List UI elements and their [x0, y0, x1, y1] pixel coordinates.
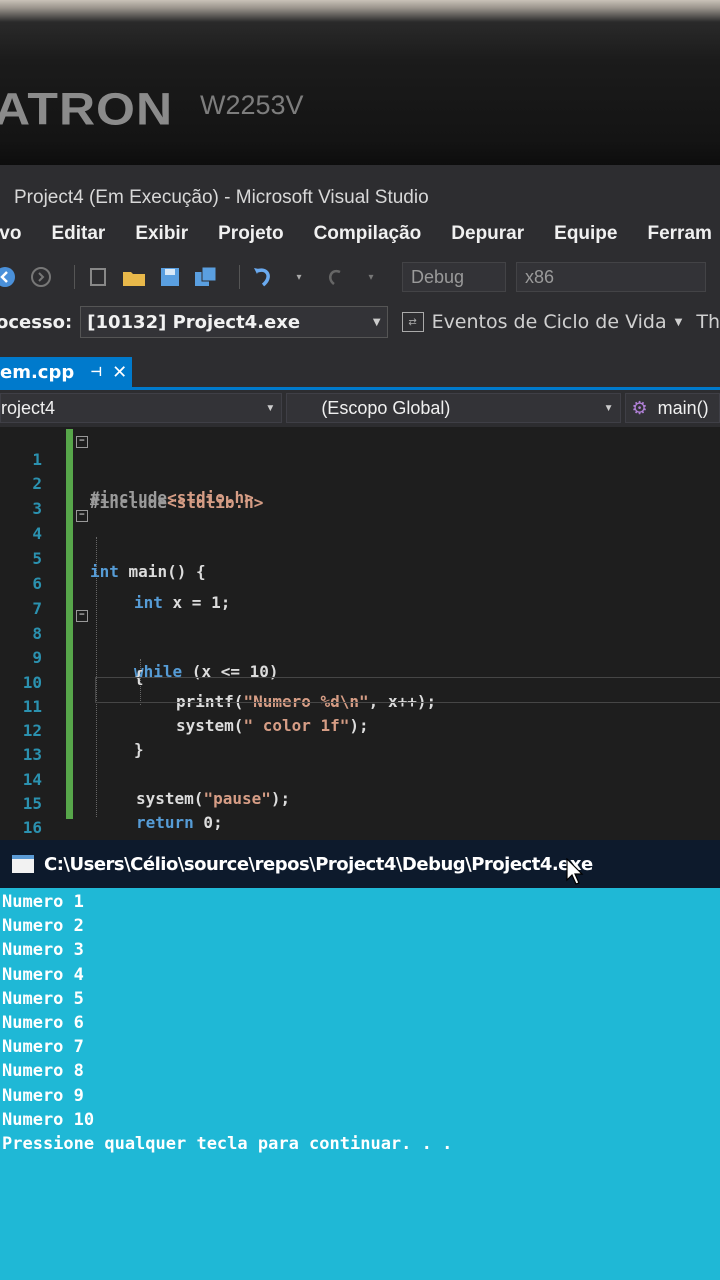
- lifecycle-events-icon: ⇄: [401, 312, 424, 332]
- process-bar: ocesso: [10132] Project4.exe ▼ ⇄ Eventos…: [0, 303, 720, 341]
- tab-label: em.cpp: [0, 361, 75, 383]
- console-line: Numero 2: [2, 916, 84, 937]
- function-icon: ⚙: [631, 397, 648, 418]
- save-all-icon[interactable]: [193, 264, 219, 290]
- navigation-bar: roject4 ▼ (Escopo Global) ▼ ⚙ main(): [0, 391, 720, 425]
- console-line: Numero 5: [2, 988, 84, 1009]
- code-line: 15 return 0;: [22, 794, 223, 832]
- console-line: Numero 3: [2, 940, 84, 961]
- platform-select[interactable]: x86: [516, 262, 706, 292]
- console-title: C:\Users\Célio\source\repos\Project4\Deb…: [44, 853, 593, 875]
- process-value: [10132] Project4.exe: [87, 311, 301, 333]
- console-title-bar[interactable]: C:\Users\Célio\source\repos\Project4\Deb…: [0, 840, 720, 888]
- menu-tools[interactable]: Ferram: [647, 223, 711, 245]
- configuration-value: Debug: [411, 266, 465, 287]
- process-label: ocesso:: [0, 311, 73, 333]
- lifecycle-events-button[interactable]: ⇄ Eventos de Ciclo de Vida ▼ Th: [401, 311, 720, 333]
- monitor-model: W2253V: [200, 90, 304, 120]
- collapse-icon[interactable]: −: [76, 510, 88, 522]
- console-line: Numero 7: [2, 1037, 84, 1058]
- toolbar-separator: [74, 265, 75, 289]
- forward-icon[interactable]: [28, 264, 54, 290]
- code-line: 8 − while (x <= 10): [32, 610, 279, 681]
- title-bar: Project4 (Em Execução) - Microsoft Visua…: [0, 165, 720, 215]
- code-editor[interactable]: 1 − #include<stdio.h> 2 #include<stdlib.…: [0, 427, 720, 856]
- project-value: roject4: [1, 397, 56, 418]
- process-select[interactable]: [10132] Project4.exe ▼: [80, 306, 388, 338]
- menu-debug[interactable]: Depurar: [451, 223, 524, 245]
- menu-view[interactable]: Exibir: [135, 223, 188, 245]
- member-value: main(): [657, 397, 709, 418]
- code-line: 2 #include<stdlib.h>: [32, 474, 264, 512]
- chevron-down-icon: ▼: [372, 316, 381, 328]
- back-icon[interactable]: [0, 264, 18, 290]
- menu-build[interactable]: Compilação: [314, 223, 422, 245]
- code-line: 5: [32, 549, 42, 568]
- chevron-down-icon: ▼: [674, 316, 683, 328]
- console-line: Pressione qualquer tecla para continuar.…: [2, 1133, 453, 1154]
- collapse-icon[interactable]: −: [76, 610, 88, 622]
- code-line: 14 system("pause");: [22, 770, 291, 808]
- thread-label: Th: [696, 311, 720, 333]
- toolbar-separator: [239, 265, 240, 289]
- collapse-icon[interactable]: −: [76, 436, 88, 448]
- toolbar: ▾ ▾ Debug x86: [0, 257, 720, 297]
- code-line: 10 printf("Numero %d\n", x++);: [22, 673, 437, 711]
- console-window[interactable]: C:\Users\Célio\source\repos\Project4\Deb…: [0, 840, 720, 1280]
- code-line: 3: [32, 499, 42, 518]
- mouse-cursor-icon: [566, 857, 586, 891]
- console-line: Numero 9: [2, 1085, 84, 1106]
- code-line: 1 − #include<stdio.h>: [32, 436, 254, 507]
- code-line: 9 {: [32, 648, 144, 686]
- scope-value: (Escopo Global): [321, 397, 451, 418]
- code-line: 7: [32, 599, 42, 618]
- undo-icon[interactable]: [250, 264, 276, 290]
- window-title: Project4 (Em Execução) - Microsoft Visua…: [14, 187, 429, 208]
- undo-dropdown-icon[interactable]: ▾: [286, 264, 312, 290]
- code-line: 4 − int main() {: [32, 510, 206, 581]
- menu-file[interactable]: ivo: [0, 223, 21, 245]
- menu-bar: ivo Editar Exibir Projeto Compilação Dep…: [0, 217, 720, 251]
- redo-icon[interactable]: [322, 264, 348, 290]
- code-line: 13: [22, 745, 42, 764]
- console-line: Numero 1: [2, 892, 84, 912]
- console-app-icon: [12, 855, 34, 873]
- visual-studio-window: Project4 (Em Execução) - Microsoft Visua…: [0, 165, 720, 856]
- console-line: Numero 10: [2, 1109, 95, 1130]
- new-project-icon[interactable]: [85, 264, 111, 290]
- member-select[interactable]: ⚙ main(): [624, 393, 720, 423]
- project-select[interactable]: roject4 ▼: [0, 393, 283, 423]
- document-tab-strip: em.cpp ⊣ ✕: [0, 357, 720, 390]
- platform-value: x86: [525, 266, 555, 287]
- code-line: 16 }: [22, 818, 104, 856]
- code-line: 6 int x = 1;: [32, 574, 231, 612]
- console-output: Numero 1 Numero 2 Numero 3 Numero 4 Nume…: [2, 890, 452, 1156]
- current-code-line: 11 system(" color 1f");: [23, 677, 720, 735]
- redo-dropdown-icon[interactable]: ▾: [358, 264, 384, 290]
- close-icon[interactable]: ✕: [112, 362, 127, 383]
- pin-icon[interactable]: ⊣: [90, 365, 102, 380]
- console-line: Numero 6: [2, 1012, 84, 1033]
- console-line: Numero 4: [2, 964, 84, 985]
- tab-source-file[interactable]: em.cpp ⊣ ✕: [0, 357, 132, 387]
- open-folder-icon[interactable]: [121, 264, 147, 290]
- chevron-down-icon: ▼: [265, 402, 276, 414]
- menu-edit[interactable]: Editar: [51, 223, 105, 245]
- monitor-brand: ATRON: [0, 83, 174, 135]
- console-line: Numero 8: [2, 1061, 84, 1082]
- scope-select[interactable]: (Escopo Global) ▼: [286, 393, 621, 423]
- menu-team[interactable]: Equipe: [554, 223, 617, 245]
- chevron-down-icon: ▼: [603, 402, 614, 414]
- save-icon[interactable]: [157, 264, 183, 290]
- configuration-select[interactable]: Debug: [402, 262, 506, 292]
- code-line: 12 }: [22, 721, 144, 759]
- menu-project[interactable]: Projeto: [218, 223, 283, 245]
- lifecycle-events-label: Eventos de Ciclo de Vida: [431, 311, 667, 333]
- monitor-bezel: ATRON W2253V: [0, 0, 720, 165]
